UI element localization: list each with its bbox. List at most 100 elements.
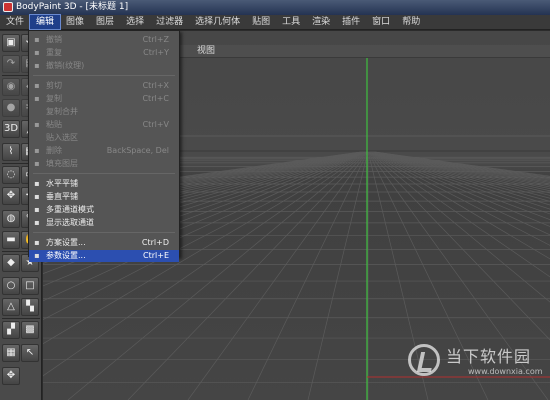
move-arrows-icon-glyph: ✥ — [6, 370, 16, 381]
menu-item-shortcut: Ctrl+D — [141, 238, 169, 247]
grid2-icon[interactable]: ▦ — [2, 344, 20, 362]
menu-item-shortcut: Ctrl+Y — [143, 48, 169, 57]
menu-item-label: 垂直平铺 — [46, 192, 78, 201]
menu-item-11[interactable]: 窗口 — [366, 15, 396, 29]
edit-menu-item-13[interactable]: ▪ 显示选取通道 — [29, 217, 179, 229]
tile-horizontal-icon: ▪ — [34, 179, 40, 188]
edit-menu-item-15[interactable]: ▪ 参数设置... Ctrl+E — [29, 250, 179, 262]
app-icon — [3, 2, 13, 12]
blank-icon — [32, 107, 42, 117]
checker-icon-glyph: ▚ — [26, 301, 34, 312]
blank-icon — [32, 133, 42, 143]
menu-item-7[interactable]: 贴图 — [246, 15, 276, 29]
menu-item-shortcut: Ctrl+V — [142, 120, 169, 129]
fill-layer-icon: ▪ — [34, 159, 40, 168]
redo-icon-glyph: ↷ — [6, 58, 16, 69]
menu-item-2[interactable]: 图像 — [60, 15, 90, 29]
square-icon-glyph: □ — [25, 280, 35, 291]
lasso-icon[interactable]: ◌ — [2, 166, 20, 184]
menu-item-0[interactable]: 文件 — [0, 15, 30, 29]
eraser-icon[interactable]: ▬ — [2, 231, 20, 249]
uv-icon[interactable]: △ — [2, 298, 20, 316]
circle-icon[interactable]: ○ — [2, 277, 20, 295]
menu-item-3[interactable]: 图层 — [90, 15, 120, 29]
edit-menu-item-1[interactable]: ▪ 重复 Ctrl+Y — [29, 47, 179, 59]
tile-vertical-icon: ▪ — [34, 192, 40, 201]
title-bar: BodyPaint 3D - [未标题 1] — [0, 0, 550, 15]
menu-item-label: 剪切 — [46, 81, 62, 90]
menu-item-label: 填充图层 — [46, 159, 78, 168]
clone-icon-glyph: ◍ — [6, 213, 16, 224]
menu-item-1[interactable]: 编辑 — [29, 14, 62, 30]
redo-icon: ▪ — [34, 48, 40, 57]
grid-line — [247, 150, 369, 400]
eyedropper-icon-glyph: ⌇ — [8, 146, 14, 157]
menu-item-label: 显示选取通道 — [46, 218, 94, 227]
watermark-title: 当下软件园 — [446, 347, 532, 366]
edit-menu-item-10[interactable]: ▪ 水平平铺 — [29, 178, 179, 190]
edit-menu-item-9[interactable]: ▪ 填充图层 — [29, 158, 179, 170]
lasso-icon-glyph: ◌ — [6, 169, 16, 180]
eyedropper-icon[interactable]: ⌇ — [2, 143, 20, 161]
edit-menu-item-8[interactable]: ▪ 删除 BackSpace, Del — [29, 145, 179, 157]
multi-channel-icon: ▪ — [34, 205, 40, 214]
edit-menu-item-11[interactable]: ▪ 垂直平铺 — [29, 191, 179, 203]
edit-menu-item-12[interactable]: ▪ 多重通道模式 — [29, 204, 179, 216]
paste-icon: ▪ — [34, 120, 40, 129]
edit-menu-dropdown: ▪ 撤销 Ctrl+Z ▪ 重复 Ctrl+Y ▪ 撤销(纹理) ▪ 剪切 Ctrl+X ▪ 复制 Ctr… — [28, 30, 180, 262]
menu-item-label: 撤销 — [46, 35, 62, 44]
edit-menu-item-7[interactable]: 贴入选区 — [29, 132, 179, 144]
edit-menu-item-3[interactable]: ▪ 剪切 Ctrl+X — [29, 80, 179, 92]
eraser-icon-glyph: ▬ — [6, 234, 16, 245]
edit-menu-item-0[interactable]: ▪ 撤销 Ctrl+Z — [29, 34, 179, 46]
film-icon[interactable]: ▣ — [2, 34, 20, 52]
edit-menu-item-6[interactable]: ▪ 粘贴 Ctrl+V — [29, 119, 179, 131]
menu-item-shortcut: BackSpace, Del — [106, 146, 169, 155]
menu-separator — [33, 173, 175, 174]
menu-item-label: 方案设置... — [46, 238, 86, 247]
uv-icon-glyph: △ — [7, 301, 15, 312]
square-icon[interactable]: □ — [21, 277, 39, 295]
record-icon[interactable]: ● — [2, 99, 20, 117]
menu-item-label: 贴入选区 — [46, 133, 78, 142]
menu-item-label: 水平平铺 — [46, 179, 78, 188]
grid-icon[interactable]: ▩ — [21, 321, 39, 339]
move-arrows-icon[interactable]: ✥ — [2, 367, 20, 385]
watermark-url: www.downxia.com — [468, 367, 543, 376]
menu-item-4[interactable]: 选择 — [120, 15, 150, 29]
checker2-icon[interactable]: ▞ — [2, 321, 20, 339]
menu-item-8[interactable]: 工具 — [276, 15, 306, 29]
watermark: 当下软件园 www.downxia.com — [408, 343, 548, 383]
scheme-settings-icon: ▪ — [34, 238, 40, 247]
eye-icon[interactable]: ◉ — [2, 78, 20, 96]
edit-menu-item-14[interactable]: ▪ 方案设置... Ctrl+D — [29, 237, 179, 249]
record-icon-glyph: ● — [6, 102, 16, 113]
transform-icon-glyph: ✥ — [6, 190, 16, 201]
3d-paint-icon[interactable]: 3D — [2, 120, 20, 138]
redo-icon[interactable]: ↷ — [2, 55, 20, 73]
circle-icon-glyph: ○ — [6, 280, 16, 291]
transform-icon[interactable]: ✥ — [2, 187, 20, 205]
menu-item-shortcut: Ctrl+Z — [142, 35, 169, 44]
preferences-icon: ▪ — [34, 251, 40, 260]
pointer-icon[interactable]: ↖ — [21, 344, 39, 362]
edit-menu-item-4[interactable]: ▪ 复制 Ctrl+C — [29, 93, 179, 105]
fill-icon[interactable]: ◆ — [2, 254, 20, 272]
menu-item-label: 撤销(纹理) — [46, 61, 85, 70]
clone-icon[interactable]: ◍ — [2, 210, 20, 228]
window-title: BodyPaint 3D - [未标题 1] — [16, 2, 129, 12]
checker-icon[interactable]: ▚ — [21, 298, 39, 316]
view-menu[interactable]: 视图 — [197, 45, 215, 58]
film-icon-glyph: ▣ — [6, 37, 16, 48]
menu-item-5[interactable]: 过滤器 — [150, 15, 189, 29]
menu-item-shortcut: Ctrl+C — [142, 94, 169, 103]
edit-menu-item-5[interactable]: 复制合并 — [29, 106, 179, 118]
menu-item-6[interactable]: 选择几何体 — [189, 15, 246, 29]
menu-item-12[interactable]: 帮助 — [396, 15, 426, 29]
checker2-icon-glyph: ▞ — [7, 324, 15, 335]
menu-item-10[interactable]: 插件 — [336, 15, 366, 29]
pointer-icon-glyph: ↖ — [25, 347, 35, 358]
menu-item-9[interactable]: 渲染 — [306, 15, 336, 29]
edit-menu-item-2[interactable]: ▪ 撤销(纹理) — [29, 60, 179, 72]
undo-icon: ▪ — [34, 35, 40, 44]
